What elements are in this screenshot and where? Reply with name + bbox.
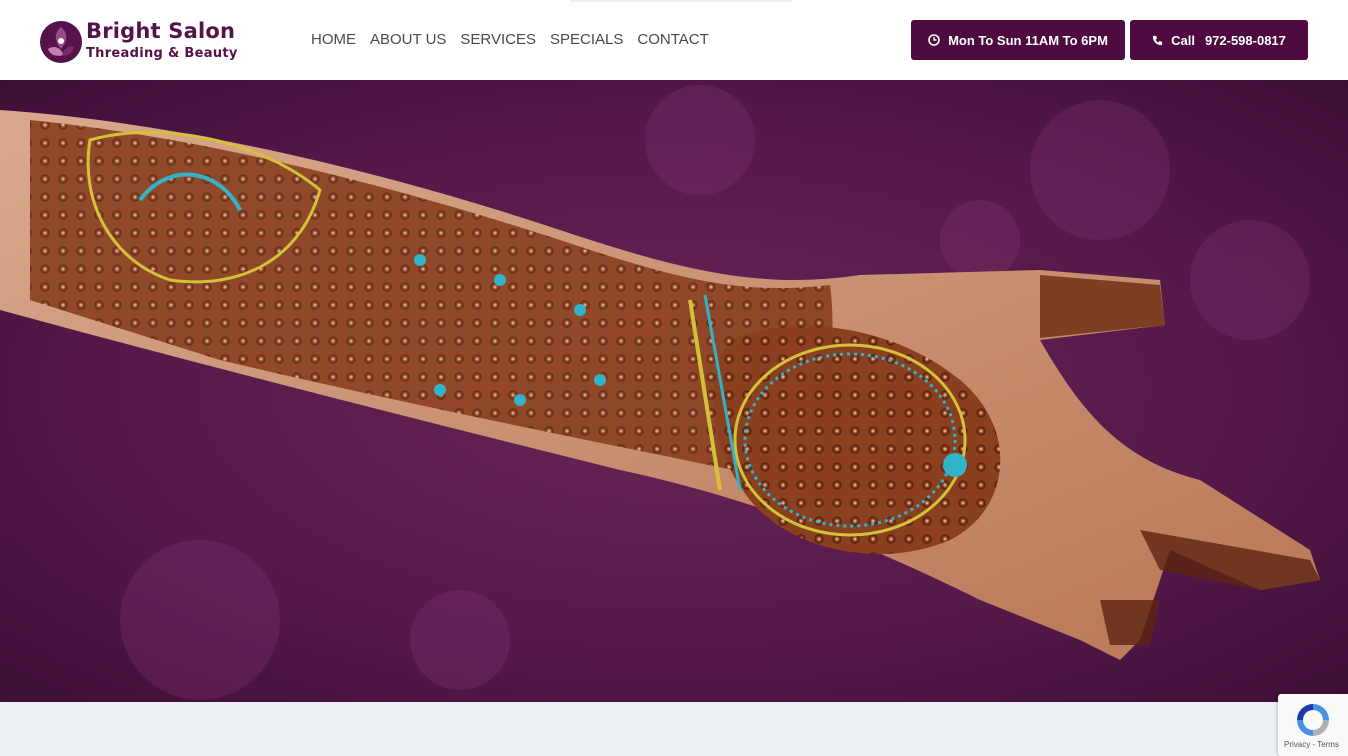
nav-about-us[interactable]: ABOUT US (370, 31, 446, 48)
recaptcha-badge[interactable]: Privacy - Terms (1278, 694, 1348, 756)
recaptcha-icon (1297, 704, 1329, 736)
nav-specials[interactable]: SPECIALS (550, 31, 623, 48)
logo[interactable]: Bright Salon Threading & Beauty (38, 17, 253, 67)
brand-title: Bright Salon (86, 19, 236, 43)
henna-hand-image (0, 80, 1348, 702)
call-button[interactable]: Call 972-598-0817 (1130, 20, 1308, 60)
logo-flower-icon (40, 21, 82, 63)
phone-icon (1152, 35, 1163, 46)
section-band (0, 702, 1348, 756)
site-header: Bright Salon Threading & Beauty HOME ABO… (0, 0, 1348, 80)
recaptcha-links[interactable]: Privacy - Terms (1284, 740, 1339, 749)
nav-home[interactable]: HOME (311, 31, 356, 48)
hours-button[interactable]: Mon To Sun 11AM To 6PM (911, 20, 1125, 60)
hours-label: Mon To Sun 11AM To 6PM (948, 32, 1108, 48)
nav-services[interactable]: SERVICES (460, 31, 536, 48)
main-nav: HOME ABOUT US SERVICES SPECIALS CONTACT (311, 31, 709, 48)
nav-contact[interactable]: CONTACT (637, 31, 708, 48)
hero-slider (0, 80, 1348, 702)
brand-subtitle: Threading & Beauty (86, 46, 238, 61)
clock-icon (928, 34, 940, 46)
phone-number: 972-598-0817 (1204, 32, 1286, 48)
call-label: Call (1171, 32, 1195, 48)
header-shadow (570, 0, 792, 3)
